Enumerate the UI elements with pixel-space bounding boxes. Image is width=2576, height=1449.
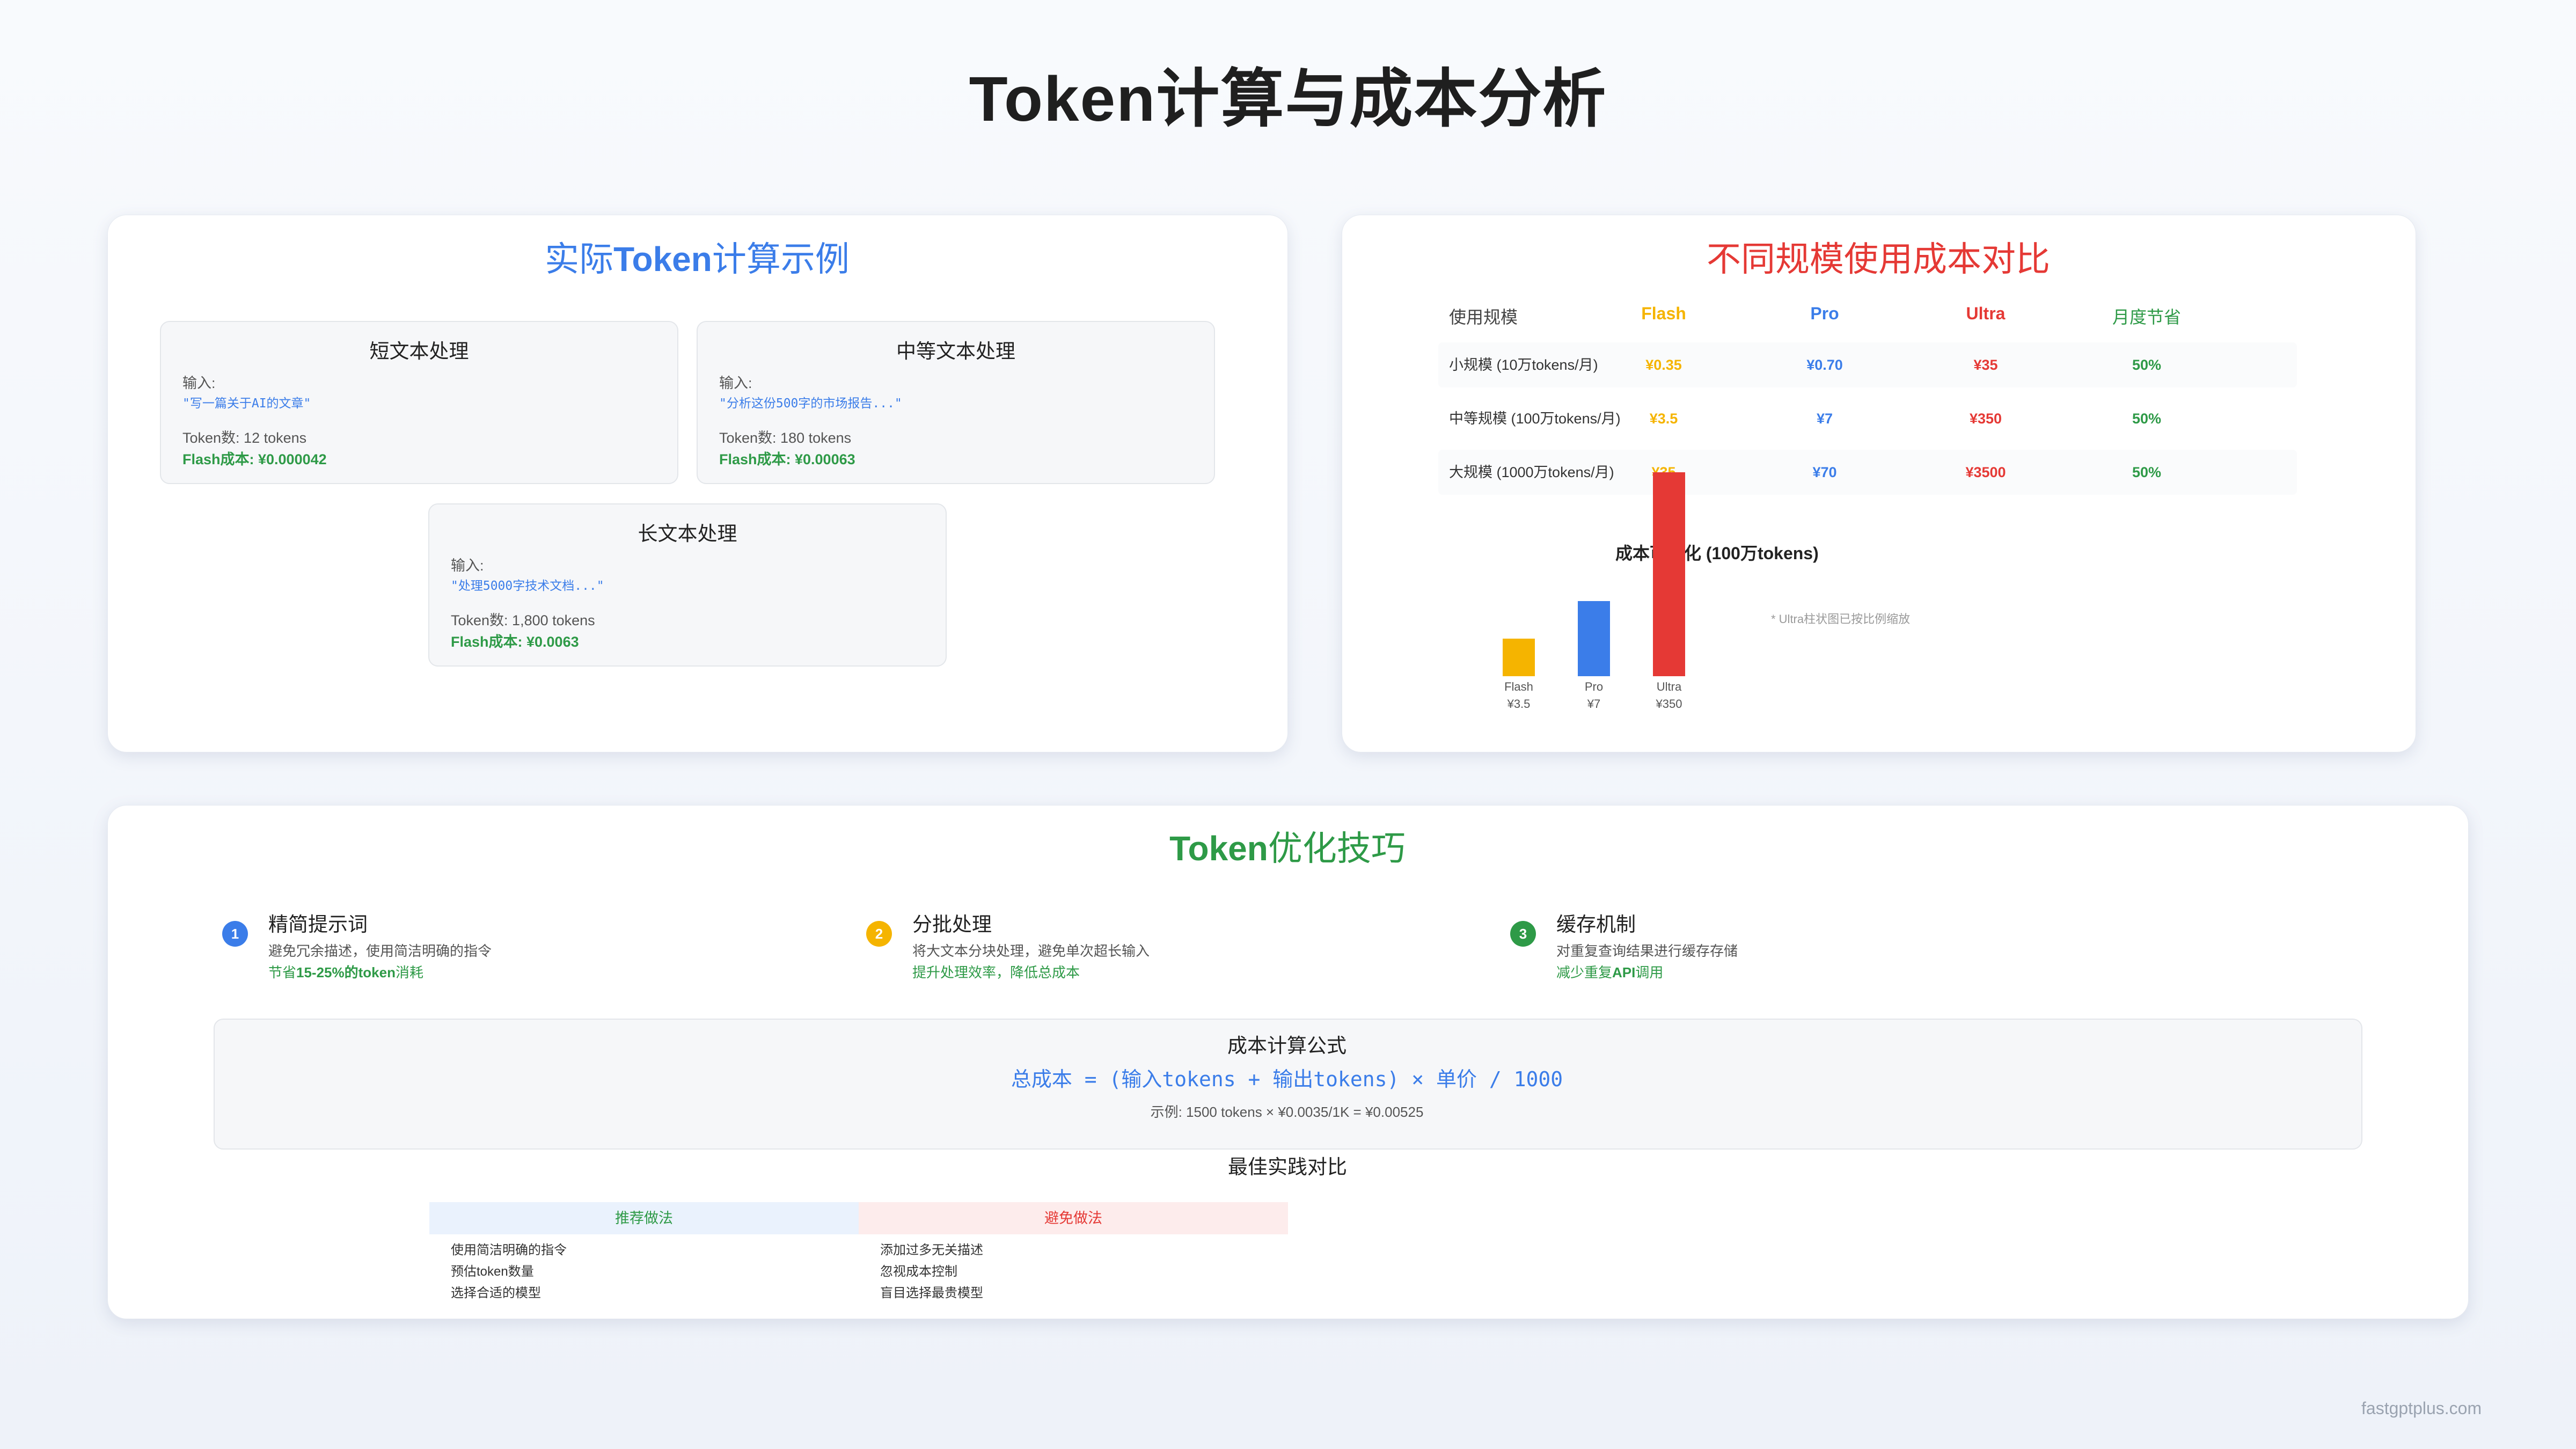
row-pro: ¥7 xyxy=(1816,411,1833,427)
row-saving: 50% xyxy=(2132,357,2162,373)
examples-card-title: 实际Token计算示例 xyxy=(545,240,850,279)
row-flash: ¥0.35 xyxy=(1645,357,1682,373)
tips-card-title: Token优化技巧 xyxy=(1169,829,1406,868)
header-scale: 使用规模 xyxy=(1449,308,1518,327)
avoid-header: 避免做法 xyxy=(859,1202,1288,1234)
flash-cost: Flash成本: ¥0.0063 xyxy=(451,634,579,650)
cost-card-title: 不同规模使用成本对比 xyxy=(1707,240,2050,279)
list-item: 忽视成本控制 xyxy=(880,1264,957,1279)
chart-title: 成本可视化 (100万tokens) xyxy=(1615,544,1819,563)
bar-flash xyxy=(1503,639,1535,676)
input-text: "写一篇关于AI的文章" xyxy=(182,397,311,411)
table-row: 小规模 (10万tokens/月) ¥0.35 ¥0.70 ¥35 50% xyxy=(1438,342,2297,387)
row-saving: 50% xyxy=(2132,464,2162,480)
tip-title: 分批处理 xyxy=(912,913,992,935)
list-item: 盲目选择最贵模型 xyxy=(880,1286,983,1300)
header-saving: 月度节省 xyxy=(2112,308,2181,327)
row-pro: ¥0.70 xyxy=(1806,357,1843,373)
tip-benefit: 提升处理效率，降低总成本 xyxy=(912,964,1080,980)
list-item: 选择合适的模型 xyxy=(451,1286,541,1300)
example-title: 短文本处理 xyxy=(369,340,469,362)
input-text: "分析这份500字的市场报告..." xyxy=(719,397,902,411)
example-title: 中等文本处理 xyxy=(896,340,1015,362)
tip-title: 缓存机制 xyxy=(1556,913,1636,935)
list-item: 使用简洁明确的指令 xyxy=(451,1243,567,1257)
tip-benefit: 减少重复API调用 xyxy=(1556,964,1664,980)
watermark: fastgptplus.com xyxy=(2361,1399,2482,1418)
tip-title: 精简提示词 xyxy=(268,913,368,935)
input-label: 输入: xyxy=(451,558,484,574)
table-row: 中等规模 (100万tokens/月) ¥3.5 ¥7 ¥350 50% xyxy=(1438,396,2297,441)
recommended-header: 推荐做法 xyxy=(429,1202,859,1234)
example-long: 长文本处理 输入: "处理5000字技术文档..." Token数: 1,800… xyxy=(428,503,947,667)
input-text: "处理5000字技术文档..." xyxy=(451,579,604,593)
bar-pro xyxy=(1578,601,1610,676)
token-count: Token数: 1,800 tokens xyxy=(451,612,595,628)
formula-title: 成本计算公式 xyxy=(1227,1035,1346,1057)
bar-label: Pro ¥7 xyxy=(1584,680,1604,711)
row-scale: 大规模 (1000万tokens/月) xyxy=(1449,464,1614,480)
tip-number-2: 2 xyxy=(866,921,892,947)
row-ultra: ¥3500 xyxy=(1965,464,2006,480)
chart-note: * Ultra柱状图已按比例缩放 xyxy=(1771,612,1911,626)
bar-label: Ultra ¥350 xyxy=(1656,680,1682,711)
tip-desc: 避免冗余描述，使用简洁明确的指令 xyxy=(268,943,492,959)
header-ultra: Ultra xyxy=(1966,304,2006,323)
avoid-list: 添加过多无关描述 忽视成本控制 盲目选择最贵模型 xyxy=(880,1240,983,1304)
bar-ultra xyxy=(1653,472,1685,676)
best-practices-title: 最佳实践对比 xyxy=(1228,1156,1347,1178)
recommended-list: 使用简洁明确的指令 预估token数量 选择合适的模型 xyxy=(451,1240,567,1304)
row-pro: ¥70 xyxy=(1812,464,1837,480)
bar-label: Flash ¥3.5 xyxy=(1504,680,1533,711)
formula-expression: 总成本 = (输入tokens + 输出tokens) × 单价 / 1000 xyxy=(1011,1067,1563,1091)
flash-cost: Flash成本: ¥0.000042 xyxy=(182,451,327,467)
row-ultra: ¥350 xyxy=(1969,411,2002,427)
example-medium: 中等文本处理 输入: "分析这份500字的市场报告..." Token数: 18… xyxy=(697,321,1215,484)
token-count: Token数: 12 tokens xyxy=(182,430,307,446)
flash-cost: Flash成本: ¥0.00063 xyxy=(719,451,855,467)
example-short: 短文本处理 输入: "写一篇关于AI的文章" Token数: 12 tokens… xyxy=(160,321,678,484)
input-label: 输入: xyxy=(719,375,752,391)
example-title: 长文本处理 xyxy=(638,523,737,545)
tip-desc: 将大文本分块处理，避免单次超长输入 xyxy=(912,943,1150,959)
row-flash: ¥3.5 xyxy=(1649,411,1678,427)
row-scale: 中等规模 (100万tokens/月) xyxy=(1449,411,1621,427)
tip-benefit: 节省15-25%的token消耗 xyxy=(268,964,423,980)
row-saving: 50% xyxy=(2132,411,2162,427)
header-flash: Flash xyxy=(1641,304,1686,323)
formula-example: 示例: 1500 tokens × ¥0.0035/1K = ¥0.00525 xyxy=(1150,1104,1424,1120)
list-item: 添加过多无关描述 xyxy=(880,1243,983,1257)
row-scale: 小规模 (10万tokens/月) xyxy=(1449,357,1598,373)
table-row: 大规模 (1000万tokens/月) ¥35 ¥70 ¥3500 50% xyxy=(1438,450,2297,495)
token-count: Token数: 180 tokens xyxy=(719,430,852,446)
input-label: 输入: xyxy=(182,375,216,391)
page-title: Token计算与成本分析 xyxy=(969,64,1607,135)
tip-desc: 对重复查询结果进行缓存存储 xyxy=(1556,943,1738,959)
row-ultra: ¥35 xyxy=(1973,357,1998,373)
tip-number-1: 1 xyxy=(222,921,248,947)
tip-number-3: 3 xyxy=(1510,921,1536,947)
list-item: 预估token数量 xyxy=(451,1264,534,1279)
header-pro: Pro xyxy=(1810,304,1839,323)
